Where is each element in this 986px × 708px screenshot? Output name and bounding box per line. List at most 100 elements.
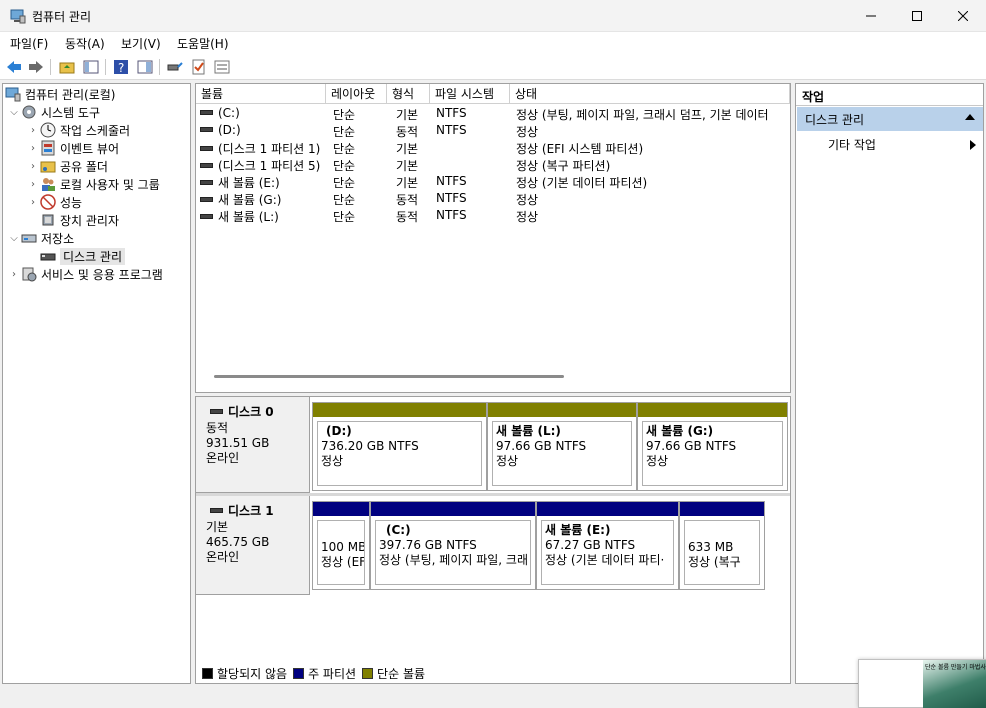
notification-thumbnail[interactable]: 단순 볼륨 만들기 마법사: [858, 659, 986, 708]
partition-efi[interactable]: 100 MB 정상 (EFI: [312, 501, 370, 590]
partition-color-bar: [537, 502, 678, 516]
minimize-button[interactable]: [848, 0, 894, 32]
column-header-status[interactable]: 상태: [510, 84, 790, 104]
table-row[interactable]: (D:) 단순 동적 NTFS 정상: [196, 122, 790, 139]
column-header-file-system[interactable]: 파일 시스템: [430, 84, 510, 104]
help-icon[interactable]: ?: [112, 58, 130, 76]
close-button[interactable]: [940, 0, 986, 32]
chevron-down-icon[interactable]: ⌵: [7, 229, 21, 247]
tree-item-performance[interactable]: › 성능: [26, 193, 82, 211]
cell-type-text: 동적: [396, 125, 419, 139]
tree-item-device-manager[interactable]: 장치 관리자: [40, 211, 119, 229]
partition-c[interactable]: (C:) 397.76 GB NTFS 정상 (부팅, 페이지 파일, 크래: [370, 501, 536, 590]
table-row[interactable]: 새 볼륨 (G:) 단순 동적 NTFS 정상: [196, 190, 790, 207]
legend-label: 주 파티션: [308, 667, 357, 681]
tree-item-local-users[interactable]: › 로컬 사용자 및 그룹: [26, 175, 160, 193]
column-header-volume[interactable]: 볼륨: [196, 84, 326, 104]
cell-volume: 새 볼륨 (G:): [200, 191, 326, 208]
svg-text:?: ?: [118, 61, 124, 75]
list-view-icon[interactable]: [213, 58, 231, 76]
tree-label: 장치 관리자: [60, 213, 120, 228]
maximize-button[interactable]: [894, 0, 940, 32]
cell-type: 기본: [396, 174, 430, 191]
tree-item-task-scheduler[interactable]: › 작업 스케줄러: [26, 121, 130, 139]
cell-type: 기본: [396, 157, 430, 174]
partition-status: 정상 (복구: [688, 555, 741, 569]
tree-label: 컴퓨터 관리(로컬): [25, 87, 116, 102]
tree-item-event-viewer[interactable]: › 이벤트 뷰어: [26, 139, 119, 157]
tree-item-disk-management[interactable]: 디스크 관리: [40, 247, 126, 265]
connect-drive-icon[interactable]: [166, 58, 184, 76]
disk-1-header[interactable]: 디스크 1 기본 465.75 GB 온라인: [196, 496, 310, 595]
submenu-arrow-icon[interactable]: [970, 139, 976, 153]
horizontal-scrollbar[interactable]: [214, 375, 564, 378]
actions-section-disk-management[interactable]: 디스크 관리: [797, 107, 983, 131]
checklist-icon[interactable]: [190, 58, 208, 76]
cell-status: 정상 (기본 데이터 파티션): [516, 174, 786, 191]
tree-item-system-tools[interactable]: ⌵ 시스템 도구: [7, 103, 100, 121]
table-row[interactable]: 새 볼륨 (E:) 단순 기본 NTFS 정상 (기본 데이터 파티션): [196, 173, 790, 190]
partition-d[interactable]: (D:) 736.20 GB NTFS 정상: [312, 402, 487, 491]
cell-status: 정상: [516, 123, 786, 140]
tree-label: 시스템 도구: [41, 105, 101, 120]
tree-item-services[interactable]: › 서비스 및 응용 프로그램: [7, 265, 163, 283]
tree-label: 공유 폴더: [60, 159, 108, 174]
table-row[interactable]: (C:) 단순 기본 NTFS 정상 (부팅, 페이지 파일, 크래시 덤프, 기본 데…: [196, 105, 790, 122]
collapse-up-icon[interactable]: [965, 111, 975, 125]
back-arrow-icon[interactable]: [5, 58, 23, 76]
cell-file-system: NTFS: [436, 123, 510, 137]
cell-status-text: 정상: [516, 193, 539, 207]
chevron-right-icon[interactable]: ›: [26, 139, 40, 157]
chevron-down-icon[interactable]: ⌵: [7, 103, 21, 121]
status-bar: [0, 686, 986, 708]
cell-type-text: 동적: [396, 210, 419, 224]
chevron-right-icon[interactable]: ›: [26, 193, 40, 211]
menu-file[interactable]: 파일(F): [10, 35, 48, 52]
more-actions-item[interactable]: 기타 작업: [828, 136, 876, 153]
forward-arrow-icon[interactable]: [27, 58, 45, 76]
tree-label: 이벤트 뷰어: [60, 141, 120, 156]
tree-item-storage[interactable]: ⌵ 저장소: [7, 229, 74, 247]
partition-size: 736.20 GB NTFS: [321, 439, 419, 453]
column-header-layout[interactable]: 레이아웃: [326, 84, 387, 104]
partition-recovery[interactable]: 633 MB 정상 (복구: [679, 501, 765, 590]
cell-type-text: 기본: [396, 176, 419, 190]
table-row[interactable]: (디스크 1 파티션 5) 단순 기본 정상 (복구 파티션): [196, 156, 790, 173]
performance-icon: [40, 194, 56, 210]
cell-layout-text: 단순: [333, 193, 356, 207]
legend-swatch-simple: [362, 668, 374, 679]
tree-label: 작업 스케줄러: [60, 123, 131, 138]
menu-view[interactable]: 보기(V): [121, 35, 161, 52]
cell-layout-text: 단순: [333, 125, 356, 139]
chevron-right-icon[interactable]: ›: [26, 175, 40, 193]
navigation-tree: 컴퓨터 관리(로컬) ⌵ 시스템 도구 › 작업 스케줄러 › 이벤트 뷰어 ›…: [2, 83, 191, 684]
menu-action[interactable]: 동작(A): [65, 35, 105, 52]
cell-layout: 단순: [333, 123, 387, 140]
up-folder-icon[interactable]: [58, 58, 76, 76]
legend-label: 단순 볼륨: [377, 667, 426, 681]
table-row[interactable]: (디스크 1 파티션 1) 단순 기본 정상 (EFI 시스템 파티션): [196, 139, 790, 156]
partition-e[interactable]: 새 볼륨 (E:) 67.27 GB NTFS 정상 (기본 데이터 파티·: [536, 501, 679, 590]
disk-0-header[interactable]: 디스크 0 동적 931.51 GB 온라인: [196, 397, 310, 493]
chevron-right-icon[interactable]: ›: [26, 121, 40, 139]
tree-item-computer-management[interactable]: 컴퓨터 관리(로컬): [5, 85, 115, 103]
column-header-type[interactable]: 형식: [387, 84, 430, 104]
show-hide-tree-icon[interactable]: [82, 58, 100, 76]
disk-kind: 동적: [206, 421, 229, 435]
computer-management-icon: [10, 8, 26, 24]
cell-file-system: NTFS: [436, 191, 510, 205]
tree-item-shared-folders[interactable]: › 공유 폴더: [26, 157, 108, 175]
properties-pane-icon[interactable]: [136, 58, 154, 76]
partition-g[interactable]: 새 볼륨 (G:) 97.66 GB NTFS 정상: [637, 402, 788, 491]
tree-label: 서비스 및 응용 프로그램: [41, 267, 163, 282]
partition-status: 정상: [646, 454, 669, 468]
cell-status: 정상 (복구 파티션): [516, 157, 786, 174]
partition-l[interactable]: 새 볼륨 (L:) 97.66 GB NTFS 정상: [487, 402, 637, 491]
cell-layout-text: 단순: [333, 108, 356, 122]
table-row[interactable]: 새 볼륨 (L:) 단순 동적 NTFS 정상: [196, 207, 790, 224]
chevron-right-icon[interactable]: ›: [7, 265, 21, 283]
chevron-right-icon[interactable]: ›: [26, 157, 40, 175]
menu-help[interactable]: 도움말(H): [177, 35, 229, 52]
disk-management-icon: [40, 248, 56, 264]
cell-file-system: NTFS: [436, 106, 510, 120]
